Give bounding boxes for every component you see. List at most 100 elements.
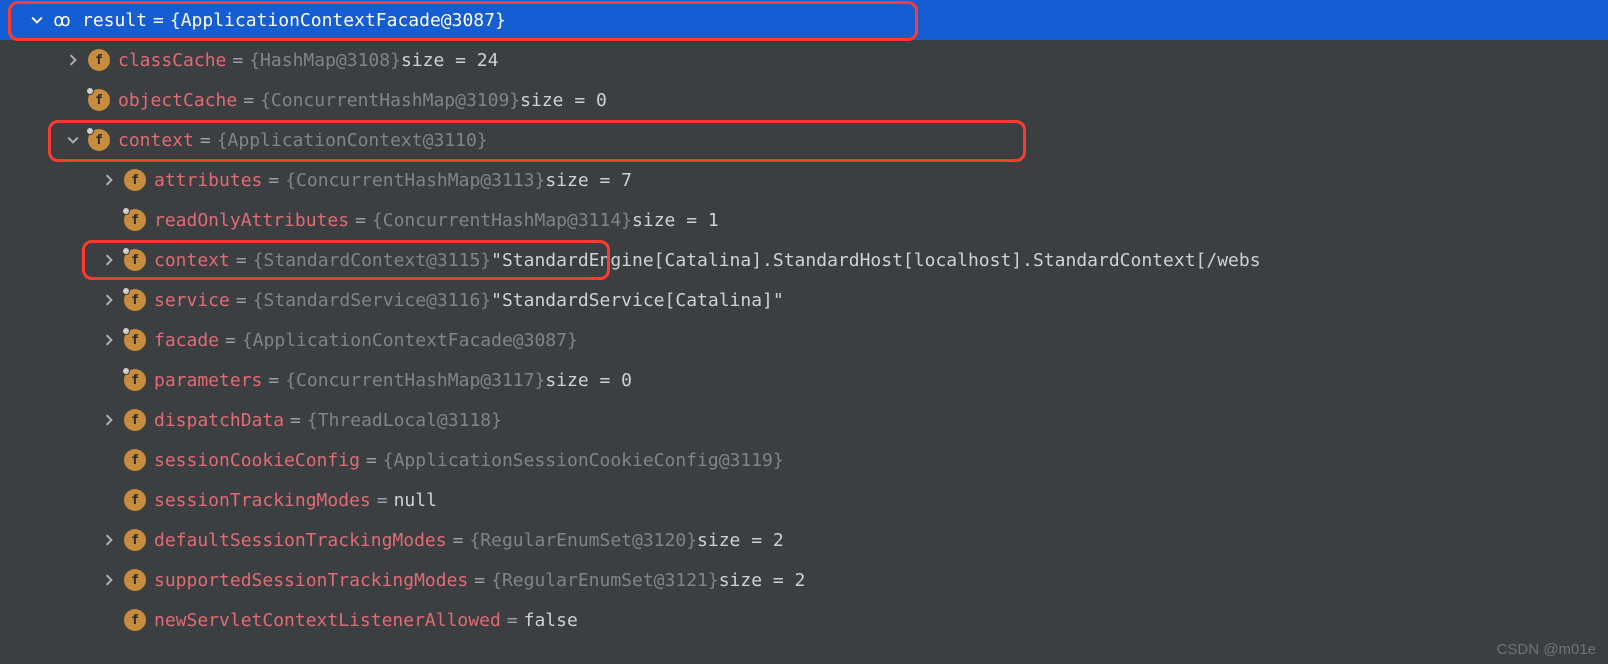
tree-row[interactable]: freadOnlyAttributes={ConcurrentHashMap@3… (0, 200, 1608, 240)
tree-row[interactable]: f newServletContextListenerAllowed = false (0, 600, 1608, 640)
pin-decorator-icon (86, 127, 94, 135)
variable-value: {StandardService@3116} (253, 290, 491, 311)
tree-row[interactable]: f context = {ApplicationContext@3110} (0, 120, 1608, 160)
equals-sign: = (474, 570, 485, 591)
variable-value: {RegularEnumSet@3120} (469, 530, 697, 551)
field-icon: f (86, 47, 112, 73)
equals-sign: = (225, 330, 236, 351)
variable-extra-text: size = 2 (697, 530, 784, 551)
tree-row[interactable]: fclassCache={HashMap@3108} size = 24 (0, 40, 1608, 80)
variable-name: context (154, 250, 230, 271)
watch-glasses-icon: oo (50, 7, 76, 33)
variable-extra-text: false (524, 610, 578, 631)
field-icon: f (122, 527, 148, 553)
variable-name: readOnlyAttributes (154, 210, 349, 231)
field-icon: f (122, 247, 148, 273)
variable-extra-text: null (394, 490, 437, 511)
tree-row[interactable]: fsessionTrackingModes=null (0, 480, 1608, 520)
variable-name: sessionCookieConfig (154, 450, 360, 471)
tree-row[interactable]: f supportedSessionTrackingModes = {RegularE… (0, 560, 1608, 600)
variable-value: {ConcurrentHashMap@3113} (285, 170, 545, 191)
equals-sign: = (200, 130, 211, 151)
field-icon: f (86, 87, 112, 113)
field-icon: f (122, 607, 148, 633)
indent-spacer (0, 180, 100, 181)
indent-spacer (0, 20, 28, 21)
equals-sign: = (232, 50, 243, 71)
pin-decorator-icon (86, 87, 94, 95)
variable-extra-text: "StandardService[Catalina]" (491, 290, 784, 311)
variable-extra-text: size = 0 (545, 370, 632, 391)
field-icon: f (122, 567, 148, 593)
chevron-right-icon[interactable] (100, 534, 118, 546)
chevron-right-icon[interactable] (100, 254, 118, 266)
field-icon: f (122, 407, 148, 433)
chevron-right-icon[interactable] (100, 574, 118, 586)
tree-row[interactable]: fservice={StandardService@3116} "Standar… (0, 280, 1608, 320)
variable-value: {ThreadLocal@3118} (307, 410, 502, 431)
variable-value: {ApplicationContext@3110} (217, 130, 488, 151)
indent-spacer (0, 140, 64, 141)
variable-value: {HashMap@3108} (249, 50, 401, 71)
chevron-down-icon[interactable] (64, 134, 82, 146)
equals-sign: = (453, 530, 464, 551)
variable-name: result (82, 10, 147, 31)
field-icon: f (122, 207, 148, 233)
tree-row[interactable]: ffacade={ApplicationContextFacade@3087} (0, 320, 1608, 360)
field-icon: f (86, 127, 112, 153)
indent-spacer (0, 500, 100, 501)
pin-decorator-icon (122, 367, 130, 375)
indent-spacer (0, 300, 100, 301)
tree-row[interactable]: oo result = {ApplicationContextFacade@3087} (0, 0, 1608, 40)
equals-sign: = (236, 250, 247, 271)
equals-sign: = (290, 410, 301, 431)
chevron-right-icon[interactable] (100, 334, 118, 346)
field-icon: f (122, 447, 148, 473)
indent-spacer (0, 380, 100, 381)
field-icon: f (122, 167, 148, 193)
indent-spacer (0, 540, 100, 541)
tree-row[interactable]: fsessionCookieConfig={ApplicationSession… (0, 440, 1608, 480)
indent-spacer (0, 420, 100, 421)
tree-row[interactable]: fcontext={StandardContext@3115} "Standar… (0, 240, 1608, 280)
variable-value: {ConcurrentHashMap@3109} (260, 90, 520, 111)
variable-name: service (154, 290, 230, 311)
equals-sign: = (236, 290, 247, 311)
variable-name: classCache (118, 50, 226, 71)
indent-spacer (0, 620, 100, 621)
equals-sign: = (268, 370, 279, 391)
variable-name: supportedSessionTrackingModes (154, 570, 468, 591)
tree-row[interactable]: fparameters={ConcurrentHashMap@3117} siz… (0, 360, 1608, 400)
variable-value: {ApplicationContextFacade@3087} (170, 10, 506, 31)
variable-extra-text: size = 1 (632, 210, 719, 231)
equals-sign: = (153, 10, 164, 31)
chevron-down-icon[interactable] (28, 14, 46, 26)
debugger-variables-tree[interactable]: oo result = {ApplicationContextFacade@3087}… (0, 0, 1608, 640)
variable-value: {ApplicationSessionCookieConfig@3119} (383, 450, 784, 471)
pin-decorator-icon (122, 287, 130, 295)
variable-name: context (118, 130, 194, 151)
tree-row[interactable]: fdefaultSessionTrackingModes={RegularEnu… (0, 520, 1608, 560)
indent-spacer (0, 220, 100, 221)
tree-row[interactable]: fdispatchData={ThreadLocal@3118} (0, 400, 1608, 440)
chevron-right-icon[interactable] (100, 174, 118, 186)
tree-row[interactable]: fobjectCache={ConcurrentHashMap@3109} si… (0, 80, 1608, 120)
chevron-right-icon[interactable] (100, 414, 118, 426)
equals-sign: = (243, 90, 254, 111)
variable-value: {RegularEnumSet@3121} (491, 570, 719, 591)
variable-name: objectCache (118, 90, 237, 111)
variable-value: {ConcurrentHashMap@3114} (372, 210, 632, 231)
tree-row[interactable]: fattributes={ConcurrentHashMap@3113} siz… (0, 160, 1608, 200)
chevron-right-icon[interactable] (100, 294, 118, 306)
variable-name: newServletContextListenerAllowed (154, 610, 501, 631)
indent-spacer (0, 60, 64, 61)
chevron-right-icon[interactable] (64, 54, 82, 66)
indent-spacer (0, 580, 100, 581)
variable-extra-text: "StandardEngine[Catalina].StandardHost[l… (491, 250, 1260, 271)
variable-name: attributes (154, 170, 262, 191)
indent-spacer (0, 460, 100, 461)
equals-sign: = (507, 610, 518, 631)
variable-name: sessionTrackingModes (154, 490, 371, 511)
watermark-text: CSDN @m01e (1497, 641, 1596, 658)
variable-value: {ConcurrentHashMap@3117} (285, 370, 545, 391)
